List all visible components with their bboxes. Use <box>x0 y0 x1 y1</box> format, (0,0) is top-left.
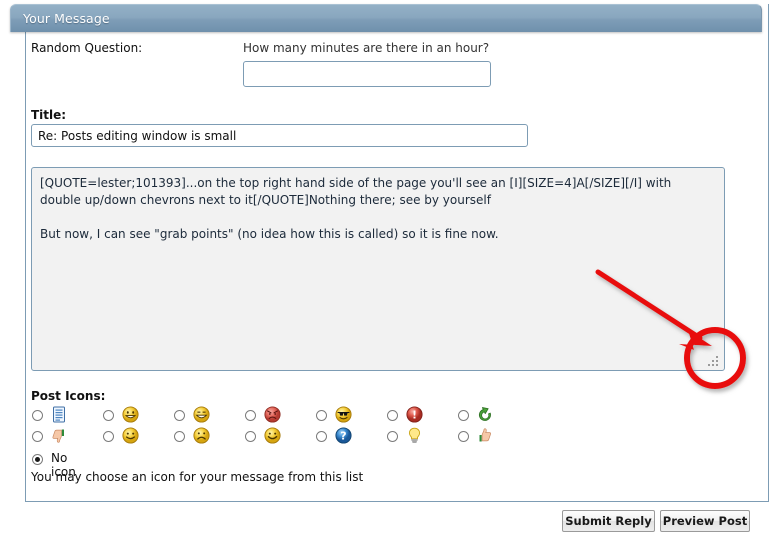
random-question-input[interactable] <box>243 61 491 87</box>
post-icon-radio-smile[interactable] <box>103 431 114 442</box>
grin-icon[interactable] <box>122 406 139 423</box>
post-icons-label: Post Icons: <box>31 389 105 403</box>
cool-icon[interactable] <box>335 406 352 423</box>
title-input[interactable] <box>31 124 528 147</box>
message-textarea[interactable]: [QUOTE=lester;101393]...on the top right… <box>31 167 725 371</box>
post-icon-radio-document[interactable] <box>32 410 43 421</box>
svg-text:?: ? <box>340 430 346 443</box>
post-icon-radio-question[interactable] <box>316 431 327 442</box>
post-icon-radio-green-arrow[interactable] <box>458 410 469 421</box>
post-icons-help-text: You may choose an icon for your message … <box>31 470 363 484</box>
post-icon-radio-cool[interactable] <box>316 410 327 421</box>
svg-text:!: ! <box>412 409 417 422</box>
post-icon-radio-angry[interactable] <box>245 410 256 421</box>
smile-icon[interactable] <box>122 427 139 444</box>
thumbs-down-icon[interactable] <box>51 427 68 444</box>
preview-post-button[interactable]: Preview Post <box>660 510 750 532</box>
title-label: Title: <box>31 108 66 122</box>
question-icon[interactable]: ? <box>335 427 352 444</box>
exclamation-icon[interactable]: ! <box>406 406 423 423</box>
green-arrow-icon[interactable] <box>477 406 494 423</box>
document-icon[interactable] <box>51 406 68 423</box>
happy-icon[interactable] <box>264 427 281 444</box>
textarea-resize-grip[interactable] <box>708 354 720 366</box>
big-grin-icon[interactable] <box>193 406 210 423</box>
post-icon-radio-thumbs-up[interactable] <box>458 431 469 442</box>
post-icon-radio-exclamation[interactable] <box>387 410 398 421</box>
panel-title-bar: Your Message <box>10 4 762 32</box>
thumbs-up-icon[interactable] <box>477 427 494 444</box>
submit-reply-button[interactable]: Submit Reply <box>562 510 655 532</box>
post-icon-radio-grin[interactable] <box>103 410 114 421</box>
frown-icon[interactable] <box>193 427 210 444</box>
angry-icon[interactable] <box>264 406 281 423</box>
message-textarea-content: [QUOTE=lester;101393]...on the top right… <box>40 175 714 243</box>
post-icon-radio-thumbs-down[interactable] <box>32 431 43 442</box>
post-icon-radio-frown[interactable] <box>174 431 185 442</box>
post-icon-radio-happy[interactable] <box>245 431 256 442</box>
panel-title: Your Message <box>23 11 110 26</box>
post-icon-radio-lightbulb[interactable] <box>387 431 398 442</box>
post-icon-radio-big-grin[interactable] <box>174 410 185 421</box>
random-question-prompt: How many minutes are there in an hour? <box>243 41 489 55</box>
lightbulb-icon[interactable] <box>406 427 423 444</box>
no-icon-radio[interactable] <box>32 454 43 465</box>
random-question-label: Random Question: <box>31 41 142 55</box>
